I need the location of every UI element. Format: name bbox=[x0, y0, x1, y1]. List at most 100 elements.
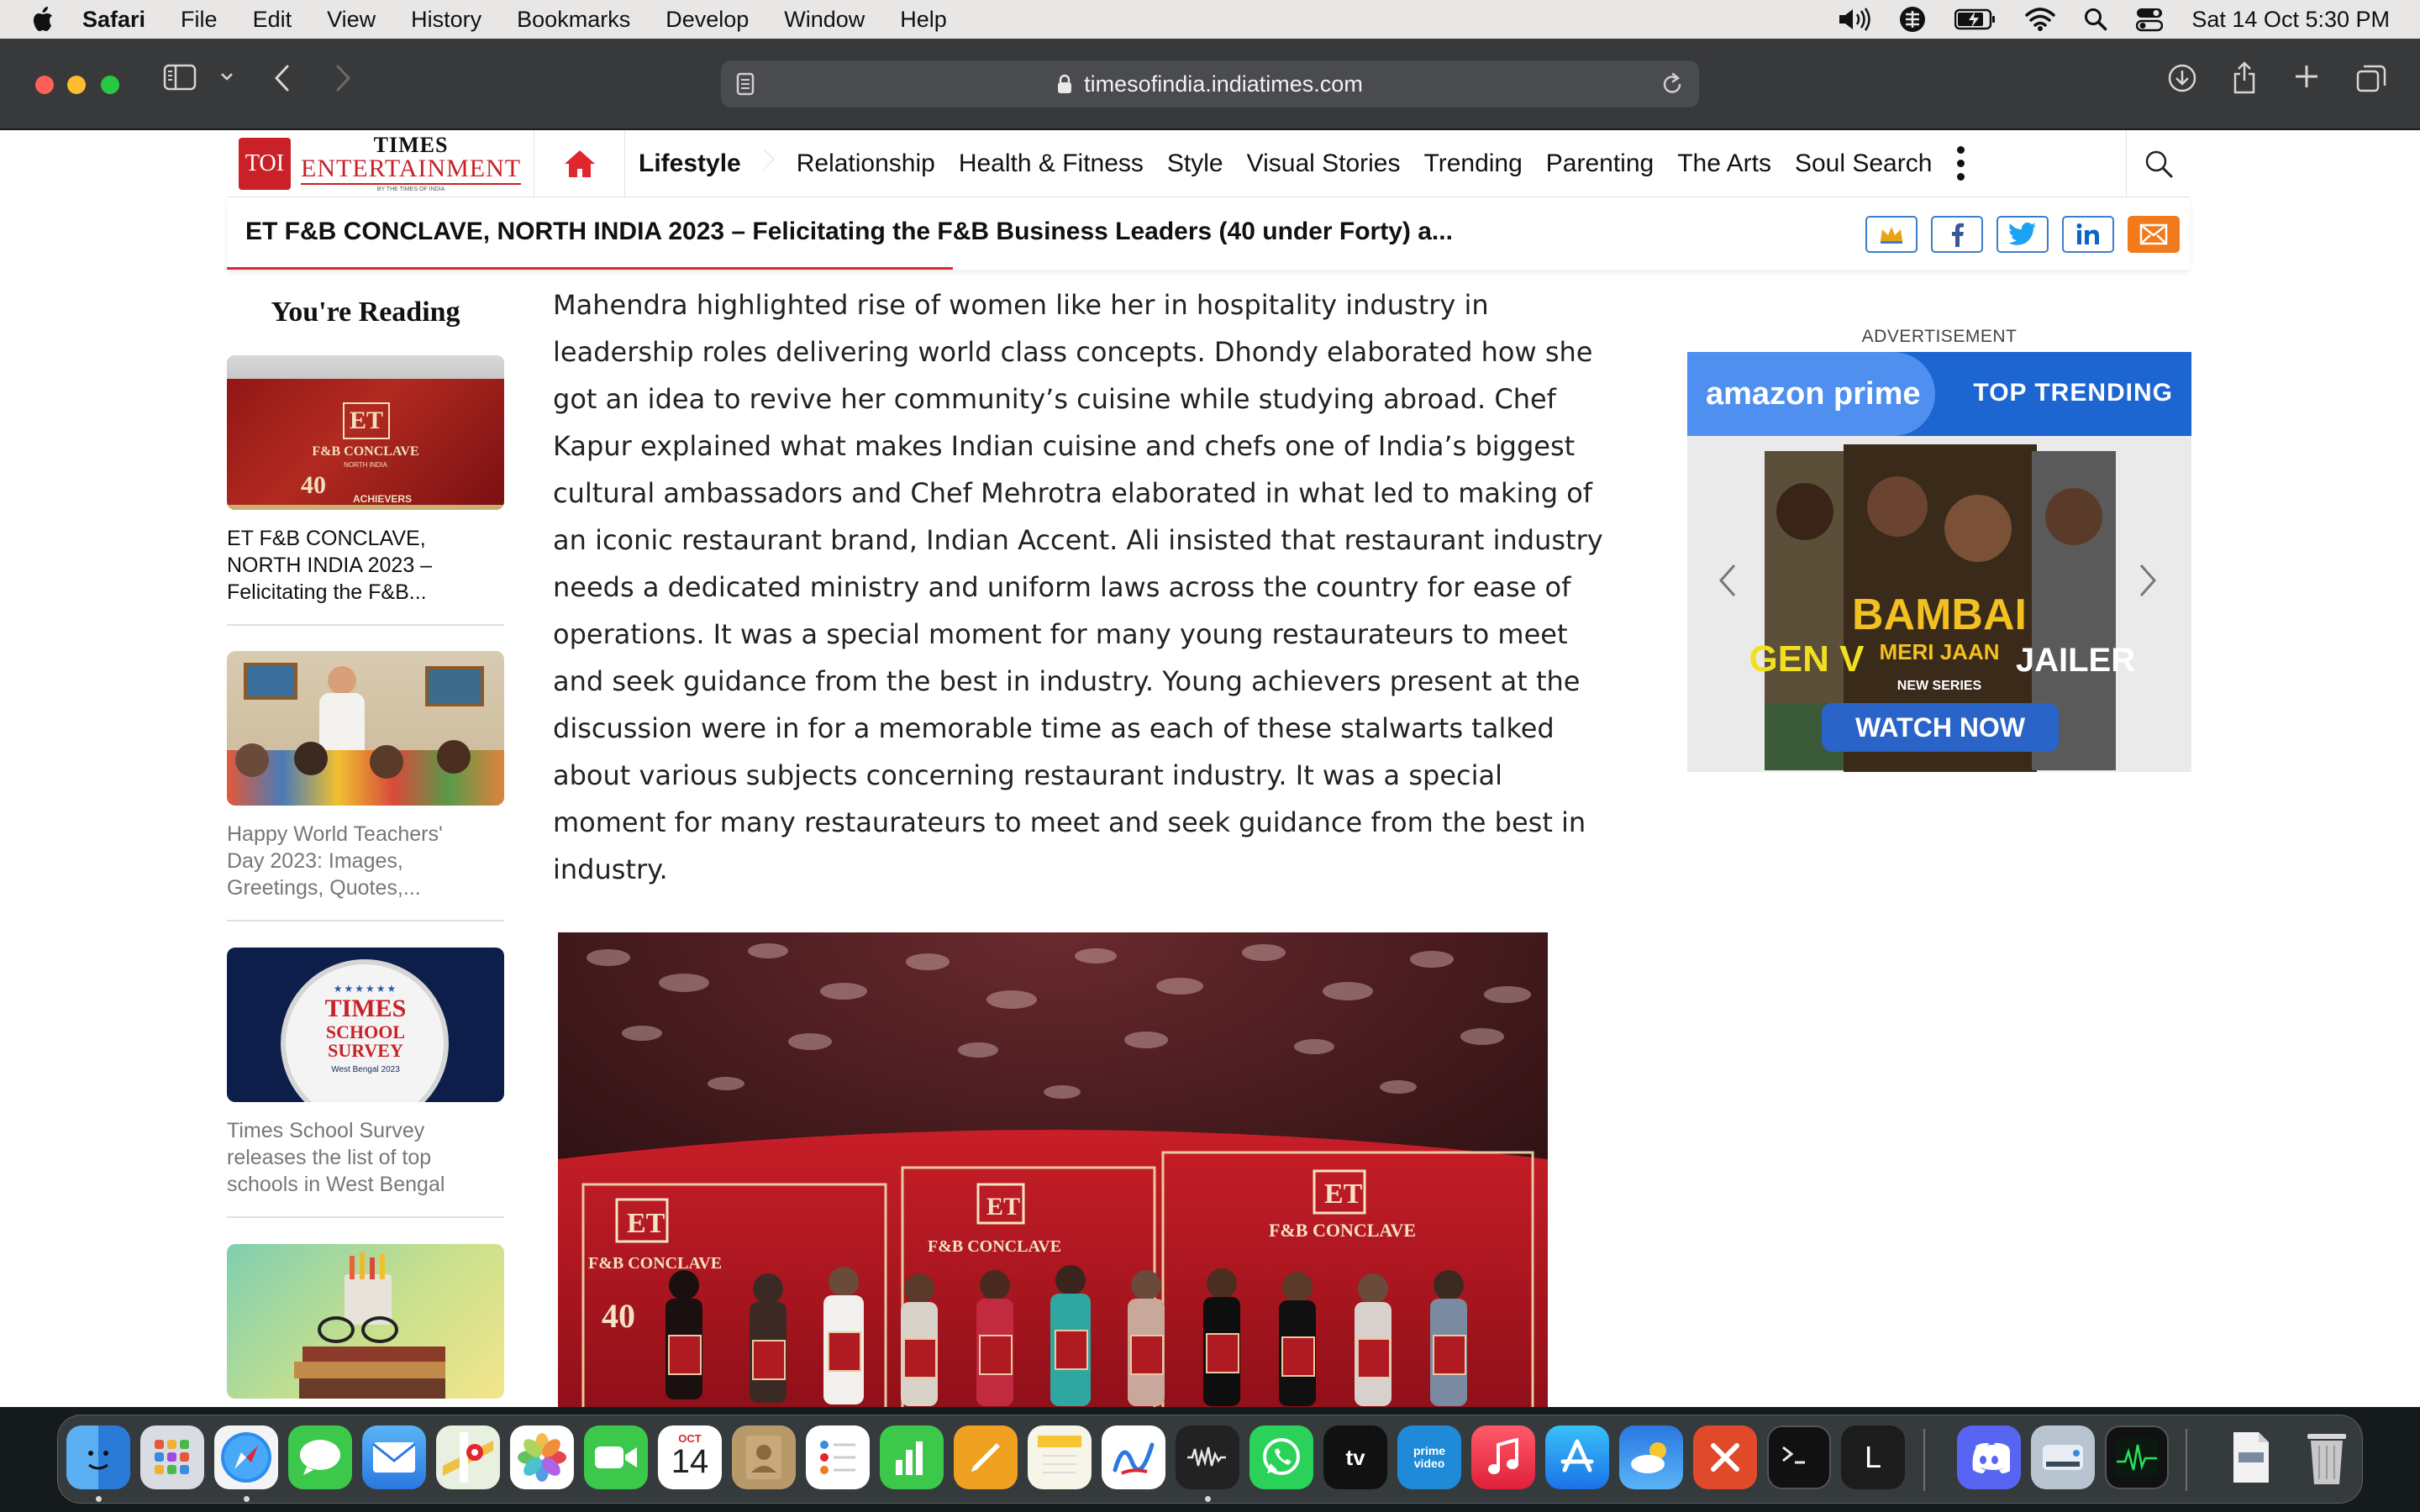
voice-memos-icon[interactable] bbox=[1176, 1425, 1239, 1489]
sidebar-card-teachers-day[interactable]: Happy World Teachers' Day 2023: Images, … bbox=[227, 651, 504, 921]
messages-icon[interactable] bbox=[288, 1425, 352, 1489]
tab-overview-icon[interactable] bbox=[2356, 64, 2386, 92]
address-bar[interactable]: timesofindia.indiatimes.com bbox=[721, 60, 1699, 108]
menu-bookmarks[interactable]: Bookmarks bbox=[517, 7, 630, 33]
sidebar-card-books[interactable] bbox=[227, 1244, 504, 1399]
whatsapp-icon[interactable] bbox=[1249, 1425, 1313, 1489]
notes-icon[interactable] bbox=[1028, 1425, 1092, 1489]
sidebar-toggle-icon[interactable] bbox=[163, 64, 197, 91]
freeform-icon[interactable] bbox=[1102, 1425, 1165, 1489]
tab-group-chevron-down-icon[interactable] bbox=[220, 72, 234, 82]
ad-carousel-prev-icon[interactable] bbox=[1718, 562, 1738, 603]
site-logo[interactable]: TOI TIMES ENTERTAINMENT BY THE TIMES OF … bbox=[227, 130, 534, 197]
back-button-icon[interactable] bbox=[274, 64, 291, 92]
article-line: discussion were in for a memorable time … bbox=[553, 712, 1555, 744]
menu-history[interactable]: History bbox=[411, 7, 481, 33]
app-l-icon[interactable]: L bbox=[1841, 1425, 1905, 1489]
article-line: cultural ambassadors and Chef Mehrotra e… bbox=[553, 477, 1593, 509]
mail-icon[interactable] bbox=[362, 1425, 426, 1489]
spotlight-search-icon[interactable] bbox=[2084, 8, 2107, 31]
menu-view[interactable]: View bbox=[327, 7, 376, 33]
menu-file[interactable]: File bbox=[181, 7, 218, 33]
linkedin-icon bbox=[2076, 223, 2099, 244]
maps-icon[interactable] bbox=[436, 1425, 500, 1489]
sidebar-card-school-survey[interactable]: ★★★★★★ TIMES SCHOOL SURVEY West Bengal 2… bbox=[227, 948, 504, 1218]
share-facebook-button[interactable] bbox=[1931, 216, 1983, 253]
new-tab-plus-icon[interactable] bbox=[2294, 64, 2319, 89]
finder-icon[interactable] bbox=[66, 1425, 130, 1489]
advertisement-banner[interactable]: amazon prime TOP TRENDING GEN V BAMBAI M… bbox=[1687, 352, 2191, 772]
sidebar-heading: You're Reading bbox=[271, 297, 460, 328]
more-menu-icon[interactable] bbox=[1957, 146, 1965, 181]
prime-crown-button[interactable] bbox=[1865, 216, 1918, 253]
menu-edit[interactable]: Edit bbox=[253, 7, 292, 33]
share-linkedin-button[interactable] bbox=[2062, 216, 2114, 253]
nav-link-visual-stories[interactable]: Visual Stories bbox=[1247, 150, 1401, 178]
share-email-button[interactable] bbox=[2128, 216, 2180, 253]
document-file-icon[interactable] bbox=[2219, 1425, 2283, 1489]
numbers-icon[interactable] bbox=[880, 1425, 944, 1489]
discord-icon[interactable] bbox=[1957, 1425, 2021, 1489]
article-line: about various subjects concerning restau… bbox=[553, 759, 1502, 791]
contacts-icon[interactable] bbox=[732, 1425, 796, 1489]
minimize-window-button[interactable] bbox=[67, 76, 86, 94]
article-line: needs a dedicated ministry and uniform l… bbox=[553, 571, 1571, 603]
menu-develop[interactable]: Develop bbox=[666, 7, 749, 33]
nav-link-style[interactable]: Style bbox=[1167, 150, 1223, 178]
close-window-button[interactable] bbox=[35, 76, 54, 94]
reminders-icon[interactable] bbox=[806, 1425, 870, 1489]
facetime-icon[interactable] bbox=[584, 1425, 648, 1489]
music-icon[interactable] bbox=[1471, 1425, 1535, 1489]
nav-link-soul-search[interactable]: Soul Search bbox=[1795, 150, 1932, 178]
terminal-icon[interactable] bbox=[1767, 1425, 1831, 1489]
nav-link-the-arts[interactable]: The Arts bbox=[1677, 150, 1771, 178]
wifi-icon[interactable] bbox=[2025, 8, 2056, 31]
nav-section-lifestyle[interactable]: Lifestyle bbox=[625, 130, 765, 197]
share-icon[interactable] bbox=[2232, 60, 2257, 94]
ad-carousel-next-icon[interactable] bbox=[2138, 562, 2158, 603]
menu-help[interactable]: Help bbox=[900, 7, 947, 33]
card-caption[interactable]: Times School Survey releases the list of… bbox=[227, 1117, 479, 1198]
language-icon[interactable] bbox=[1899, 6, 1926, 33]
dock: OCT 14 tv prime video L bbox=[57, 1415, 2363, 1504]
menu-clock[interactable]: Sat 14 Oct 5:30 PM bbox=[2191, 7, 2390, 33]
menu-window[interactable]: Window bbox=[784, 7, 865, 33]
remote-desktop-icon[interactable] bbox=[1693, 1425, 1757, 1489]
nav-link-parenting[interactable]: Parenting bbox=[1546, 150, 1654, 178]
card-caption[interactable]: ET F&B CONCLAVE, NORTH INDIA 2023 – Feli… bbox=[227, 525, 479, 606]
sidebar-card-et-conclave[interactable]: ET F&B CONCLAVE NORTH INDIA 40 ACHIEVERS… bbox=[227, 355, 504, 626]
apple-tv-icon[interactable]: tv bbox=[1323, 1425, 1387, 1489]
safari-icon[interactable] bbox=[214, 1425, 278, 1489]
pages-icon[interactable] bbox=[954, 1425, 1018, 1489]
launchpad-icon[interactable] bbox=[140, 1425, 204, 1489]
downloads-icon[interactable] bbox=[2168, 64, 2196, 92]
fullscreen-window-button[interactable] bbox=[101, 76, 119, 94]
nav-link-trending[interactable]: Trending bbox=[1424, 150, 1523, 178]
activity-monitor-icon[interactable] bbox=[2105, 1425, 2169, 1489]
disk-utility-icon[interactable] bbox=[2031, 1425, 2095, 1489]
control-center-icon[interactable] bbox=[2136, 7, 2164, 32]
app-store-icon[interactable] bbox=[1545, 1425, 1609, 1489]
prime-video-icon[interactable]: prime video bbox=[1397, 1425, 1461, 1489]
crown-icon bbox=[1881, 227, 1902, 244]
email-icon bbox=[2139, 223, 2168, 245]
volume-icon[interactable] bbox=[1837, 8, 1871, 31]
menu-app-safari[interactable]: Safari bbox=[82, 7, 145, 33]
weather-icon[interactable] bbox=[1619, 1425, 1683, 1489]
apple-menu-icon[interactable] bbox=[32, 7, 57, 32]
battery-icon[interactable] bbox=[1954, 8, 1996, 30]
trash-icon[interactable] bbox=[2295, 1425, 2359, 1489]
forward-button-icon[interactable] bbox=[334, 64, 351, 92]
reader-view-icon[interactable] bbox=[736, 72, 755, 102]
photos-icon[interactable] bbox=[510, 1425, 574, 1489]
advertisement-label: ADVERTISEMENT bbox=[1861, 327, 2018, 346]
card-caption[interactable]: Happy World Teachers' Day 2023: Images, … bbox=[227, 821, 479, 901]
site-search-icon[interactable] bbox=[2126, 130, 2190, 197]
reload-icon[interactable] bbox=[1660, 71, 1684, 102]
menu-bar: Safari File Edit View History Bookmarks … bbox=[0, 0, 2420, 39]
share-twitter-button[interactable] bbox=[1996, 216, 2049, 253]
nav-link-relationship[interactable]: Relationship bbox=[797, 150, 935, 178]
home-icon[interactable] bbox=[534, 130, 625, 197]
nav-link-health-fitness[interactable]: Health & Fitness bbox=[959, 150, 1144, 178]
calendar-icon[interactable]: OCT 14 bbox=[658, 1425, 722, 1489]
